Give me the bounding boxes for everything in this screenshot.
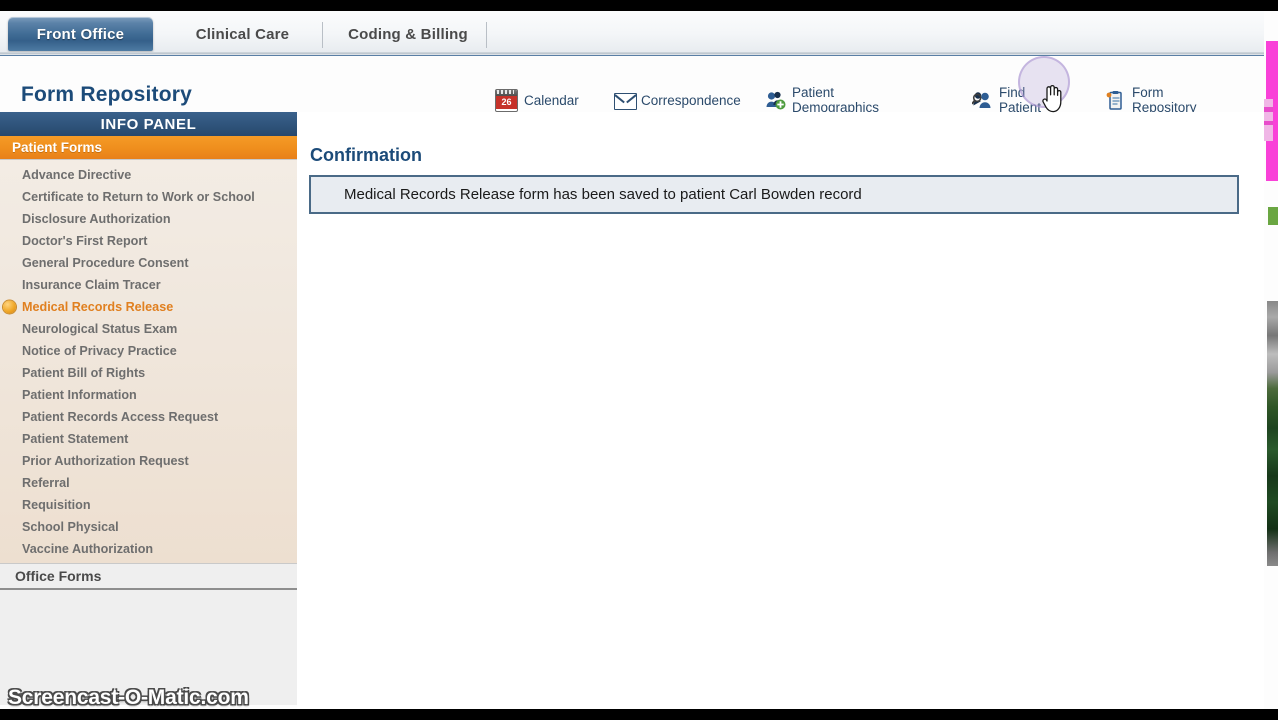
sidebar-form-item-label: Notice of Privacy Practice bbox=[22, 344, 177, 358]
tab-coding-billing[interactable]: Coding & Billing bbox=[328, 17, 488, 51]
sidebar-form-item[interactable]: Certificate to Return to Work or School bbox=[0, 186, 297, 208]
edge-pink-line-2 bbox=[1264, 121, 1273, 125]
sidebar-form-item-label: Advance Directive bbox=[22, 168, 132, 182]
confirmation-heading: Confirmation bbox=[310, 145, 422, 165]
selected-bullet-icon bbox=[3, 300, 16, 314]
sidebar-form-item-label: Patient Statement bbox=[22, 432, 129, 446]
sidebar-form-item-label: Prior Authorization Request bbox=[22, 454, 189, 468]
sidebar-form-item[interactable]: Doctor's First Report bbox=[0, 230, 297, 252]
sidebar-section-patient-forms[interactable]: Patient Forms bbox=[0, 136, 297, 160]
screen: Front Office Clinical Care Coding & Bill… bbox=[0, 0, 1278, 720]
background-page-edge-strip bbox=[1264, 11, 1278, 709]
sidebar-form-item-label: Neurological Status Exam bbox=[22, 322, 178, 336]
info-panel-sidebar: INFO PANEL Patient Forms Advance Directi… bbox=[0, 112, 297, 705]
nav-item-patient-demographics[interactable]: Patient Demographics bbox=[765, 85, 879, 115]
letterbox-bottom bbox=[0, 709, 1278, 720]
nav-item-correspondence[interactable]: Correspondence bbox=[614, 85, 741, 115]
sidebar-form-item-label: Patient Information bbox=[22, 388, 137, 402]
page-title: Form Repository bbox=[21, 83, 193, 106]
form-repository-icon bbox=[1105, 90, 1126, 111]
patient-demographics-icon bbox=[765, 90, 786, 111]
envelope-icon bbox=[614, 90, 637, 111]
sidebar-form-item-label: Doctor's First Report bbox=[22, 234, 148, 248]
application-window: Front Office Clinical Care Coding & Bill… bbox=[0, 11, 1264, 709]
screencast-watermark: Screencast-O-Matic.com bbox=[8, 686, 249, 709]
sidebar-form-item[interactable]: Disclosure Authorization bbox=[0, 208, 297, 230]
sidebar-form-item[interactable]: Patient Records Access Request bbox=[0, 406, 297, 428]
calendar-icon: 26 bbox=[495, 88, 518, 112]
sidebar-form-item-label: Medical Records Release bbox=[22, 300, 174, 314]
sidebar-form-item[interactable]: Prior Authorization Request bbox=[0, 450, 297, 472]
tab-divider-2 bbox=[486, 22, 487, 48]
sidebar-form-item-label: Requisition bbox=[22, 498, 91, 512]
sidebar-form-item-label: Certificate to Return to Work or School bbox=[22, 190, 255, 204]
sidebar-form-item[interactable]: Patient Statement bbox=[0, 428, 297, 450]
edge-green-block bbox=[1268, 207, 1278, 225]
find-patient-icon bbox=[971, 90, 993, 111]
sidebar-form-item[interactable]: Neurological Status Exam bbox=[0, 318, 297, 340]
nav-label-correspondence: Correspondence bbox=[641, 92, 741, 108]
sidebar-form-item[interactable]: Referral bbox=[0, 472, 297, 494]
sidebar-form-item-label: Patient Records Access Request bbox=[22, 410, 219, 424]
calendar-icon-date: 26 bbox=[496, 95, 517, 109]
hand-cursor bbox=[1040, 84, 1064, 114]
nav-label-patient-demographics: Patient Demographics bbox=[792, 85, 880, 115]
info-panel-header: INFO PANEL bbox=[0, 112, 297, 136]
sidebar-form-item-label: General Procedure Consent bbox=[22, 256, 189, 270]
confirmation-box: Medical Records Release form has been sa… bbox=[309, 175, 1239, 214]
nav-item-calendar[interactable]: 26 Calendar bbox=[495, 85, 579, 115]
sidebar-section-office-forms[interactable]: Office Forms bbox=[0, 564, 297, 590]
sidebar-form-item-label: Vaccine Authorization bbox=[22, 542, 154, 556]
sidebar-form-item[interactable]: Medical Records Release bbox=[0, 296, 297, 318]
confirmation-message: Medical Records Release form has been sa… bbox=[344, 186, 862, 203]
letterbox-top bbox=[0, 0, 1278, 11]
sidebar-form-item[interactable]: Notice of Privacy Practice bbox=[0, 340, 297, 362]
sidebar-form-item[interactable]: Vaccine Authorization bbox=[0, 538, 297, 560]
tab-strip-underline bbox=[0, 52, 1264, 56]
sidebar-form-item-label: Insurance Claim Tracer bbox=[22, 278, 161, 292]
edge-photo-sliver bbox=[1267, 301, 1278, 566]
tab-clinical-care[interactable]: Clinical Care bbox=[170, 17, 315, 51]
edge-pink-block bbox=[1264, 99, 1273, 141]
module-tab-strip: Front Office Clinical Care Coding & Bill… bbox=[0, 11, 1264, 52]
sidebar-form-item-label: Referral bbox=[22, 476, 70, 490]
sidebar-form-item[interactable]: School Physical bbox=[0, 516, 297, 538]
sidebar-form-item[interactable]: Patient Information bbox=[0, 384, 297, 406]
nav-item-form-repository[interactable]: Form Repository bbox=[1105, 85, 1197, 115]
tab-front-office[interactable]: Front Office bbox=[8, 17, 153, 51]
main-content: Confirmation Medical Records Release for… bbox=[297, 112, 1264, 709]
sidebar-form-item-label: Disclosure Authorization bbox=[22, 212, 171, 226]
sidebar-form-item[interactable]: Insurance Claim Tracer bbox=[0, 274, 297, 296]
nav-label-calendar: Calendar bbox=[524, 92, 579, 108]
sidebar-form-item[interactable]: Advance Directive bbox=[0, 164, 297, 186]
tab-divider-1 bbox=[322, 22, 323, 48]
sidebar-form-item[interactable]: Patient Bill of Rights bbox=[0, 362, 297, 384]
nav-label-form-repository: Form Repository bbox=[1132, 85, 1197, 115]
sidebar-form-item-label: School Physical bbox=[22, 520, 119, 534]
sidebar-form-item-label: Patient Bill of Rights bbox=[22, 366, 146, 380]
patient-forms-list: Advance Directive Certificate to Return t… bbox=[0, 160, 297, 564]
sidebar-form-item[interactable]: Requisition bbox=[0, 494, 297, 516]
edge-pink-line-1 bbox=[1264, 107, 1273, 112]
sidebar-form-item[interactable]: General Procedure Consent bbox=[0, 252, 297, 274]
